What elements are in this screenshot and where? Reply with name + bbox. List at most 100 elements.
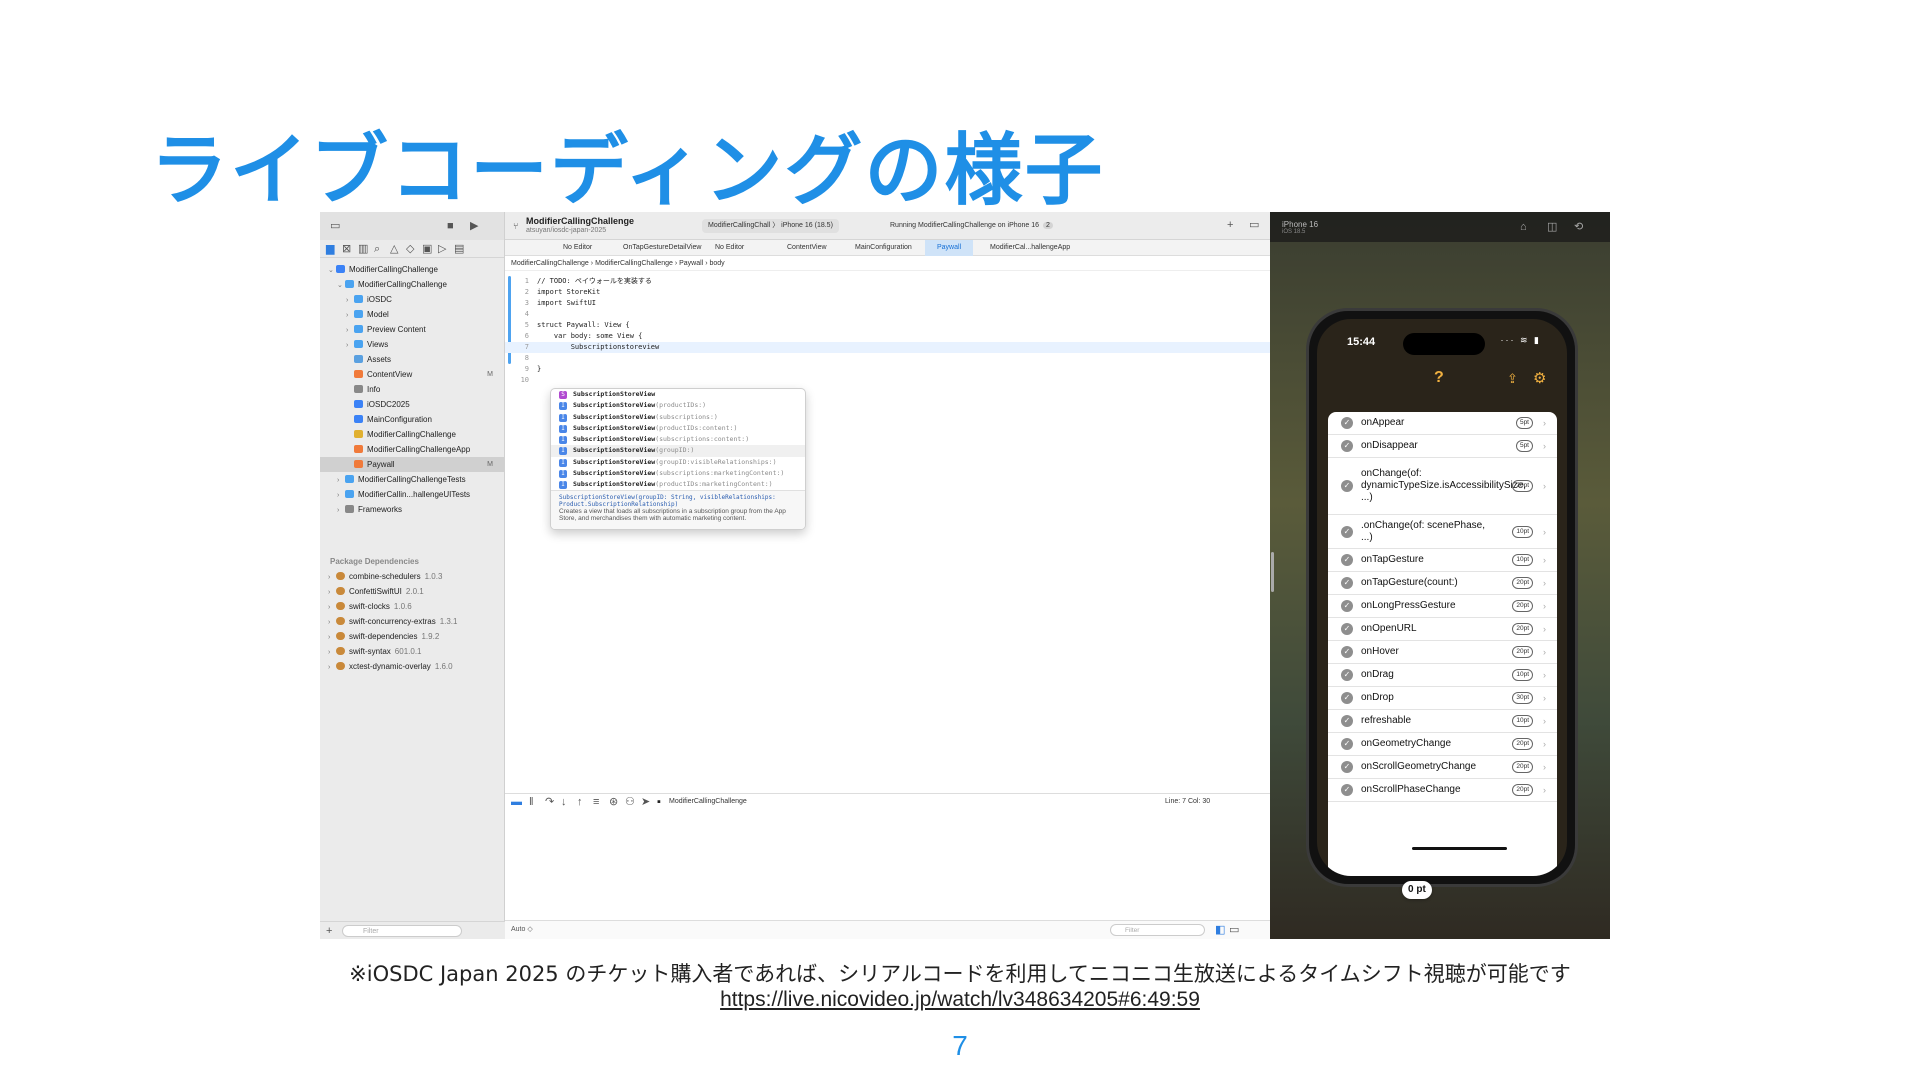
completion-item[interactable]: S SubscriptionStoreView [551,389,805,400]
navigator-item[interactable]: Paywall M [320,457,505,472]
navigator-item[interactable]: › ModifierCallin...hallengeUITests [320,487,505,502]
modifier-row[interactable]: ✓ onScrollGeometryChange 20pt › [1328,756,1557,779]
code-line[interactable]: 6 var body: some View { [505,331,1270,342]
symbol-icon[interactable]: ▥ [358,242,368,256]
memory-icon[interactable]: ⊛ [609,795,618,809]
modifier-row[interactable]: ✓ onDrop 30pt › [1328,687,1557,710]
archive-link[interactable]: https://live.nicovideo.jp/watch/lv348634… [0,988,1920,1012]
issue-icon[interactable]: △ [390,242,398,256]
editor-tab[interactable]: No Editor [715,240,744,256]
add-icon[interactable]: + [1227,218,1233,232]
package-item[interactable]: › swift-syntax 601.0.1 [320,644,505,659]
code-area[interactable]: 1 // TODO: ペイウォールを実装する 2 import StoreKit 3 im… [505,276,1270,386]
completion-item[interactable]: I SubscriptionStoreView(subscriptions:) [551,412,805,423]
code-line[interactable]: 4 [505,309,1270,320]
scheme-selector[interactable]: ModifierCallingChall 〉 iPhone 16 (18.5) [702,219,839,233]
navigator-item[interactable]: › Model [320,307,505,322]
completion-item[interactable]: I SubscriptionStoreView(subscriptions:con… [551,434,805,445]
chevron-right-icon[interactable]: › [328,570,336,585]
chevron-icon[interactable]: › [337,473,345,488]
chevron-right-icon[interactable]: › [328,585,336,600]
view-debug-icon[interactable]: ≡ [593,795,599,809]
debug-icon[interactable]: ▣ [422,242,432,256]
help-icon[interactable]: ? [1434,369,1444,387]
completion-item[interactable]: I SubscriptionStoreView(subscriptions:mar… [551,468,805,479]
code-line[interactable]: 9} [505,364,1270,375]
completion-item[interactable]: I SubscriptionStoreView(groupID:visibleRe… [551,457,805,468]
editor-tab[interactable]: ModifierCal...hallengeApp [990,240,1070,256]
package-item[interactable]: › swift-concurrency-extras 1.3.1 [320,614,505,629]
editor-tab[interactable]: MainConfiguration [855,240,912,256]
home-icon[interactable]: ⌂ [1520,220,1527,234]
auto-selector[interactable]: Auto ◇ [511,921,533,939]
jump-item[interactable]: Paywall [679,260,703,267]
chevron-right-icon[interactable]: › [328,645,336,660]
share-icon[interactable]: ⇪ [1507,371,1518,387]
breakpoint-icon[interactable]: ▷ [438,242,446,256]
step-out-icon[interactable]: ↑ [577,795,583,809]
code-line[interactable]: 3 import SwiftUI [505,298,1270,309]
inspector-toggle-icon[interactable]: ▭ [1249,218,1259,232]
modifier-row[interactable]: ✓ refreshable 10pt › [1328,710,1557,733]
completion-item[interactable]: I SubscriptionStoreView(groupID:) [551,445,805,457]
stop-icon[interactable]: ■ [447,219,454,233]
modifier-row[interactable]: ✓ onHover 20pt › [1328,641,1557,664]
layout-icon[interactable]: ▭ [1229,923,1239,937]
code-line[interactable]: 10 [505,375,1270,386]
chevron-icon[interactable]: › [346,308,354,323]
modifier-row[interactable]: ✓ onChange(of: dynamicTypeSize.isAccessib… [1328,458,1557,515]
navigator-item[interactable]: › ModifierCallingChallengeTests [320,472,505,487]
console-toggle-icon[interactable]: ▬ [511,795,522,809]
resize-handle[interactable] [1271,552,1274,592]
sidebar-toggle-icon[interactable]: ▭ [330,219,340,233]
modifier-row[interactable]: ✓ onGeometryChange 20pt › [1328,733,1557,756]
jump-item[interactable]: ModifierCallingChallenge [595,260,673,267]
find-icon[interactable]: ⌕ [374,242,380,256]
navigator-item[interactable]: › Preview Content [320,322,505,337]
navigator-filter[interactable]: Filter [342,925,462,937]
rotate-icon[interactable]: ⟲ [1574,220,1583,234]
editor-tab[interactable]: Paywall [925,240,974,256]
chevron-icon[interactable]: › [346,323,354,338]
jump-item[interactable]: ModifierCallingChallenge [511,260,589,267]
chevron-icon[interactable]: › [337,488,345,503]
add-file-icon[interactable]: + [326,924,332,938]
modifier-row[interactable]: ✓ onDrag 10pt › [1328,664,1557,687]
package-item[interactable]: › ConfettiSwiftUI 2.0.1 [320,584,505,599]
split-icon[interactable]: ◧ [1215,923,1225,937]
report-icon[interactable]: ▤ [454,242,464,256]
modifier-row[interactable]: ✓ onAppear 5pt › [1328,412,1557,435]
navigator-item[interactable]: ⌄ ModifierCallingChallenge [320,262,505,277]
step-over-icon[interactable]: ↷ [545,795,554,809]
step-in-icon[interactable]: ↓ [561,795,567,809]
modifier-row[interactable]: ✓ onLongPressGesture 20pt › [1328,595,1557,618]
chevron-icon[interactable]: › [337,503,345,518]
package-item[interactable]: › swift-clocks 1.0.6 [320,599,505,614]
navigator-item[interactable]: MainConfiguration [320,412,505,427]
navigator-item[interactable]: › iOSDC [320,292,505,307]
navigator-item[interactable]: ⌄ ModifierCallingChallenge [320,277,505,292]
run-icon[interactable]: ▶ [470,219,478,233]
navigator-item[interactable]: › Views [320,337,505,352]
chevron-icon[interactable]: › [346,338,354,353]
editor-filter[interactable]: Filter [1110,924,1205,936]
folder-icon[interactable]: ▆ [326,242,334,256]
code-line[interactable]: 8 [505,353,1270,364]
navigator-item[interactable]: Assets [320,352,505,367]
package-item[interactable]: › swift-dependencies 1.9.2 [320,629,505,644]
navigator-item[interactable]: ModifierCallingChallenge [320,427,505,442]
navigator-item[interactable]: iOSDC2025 [320,397,505,412]
jump-item[interactable]: body [709,260,724,267]
chevron-right-icon[interactable]: › [328,630,336,645]
modifier-row[interactable]: ✓ onScrollPhaseChange 20pt › [1328,779,1557,802]
chevron-icon[interactable]: ⌄ [337,278,345,293]
completion-item[interactable]: I SubscriptionStoreView(productIDs:market… [551,479,805,490]
editor-tab[interactable]: No Editor [563,240,592,256]
code-line[interactable]: 1 // TODO: ペイウォールを実装する [505,276,1270,287]
chevron-right-icon[interactable]: › [328,600,336,615]
code-line[interactable]: 2 import StoreKit [505,287,1270,298]
env-icon[interactable]: ⚇ [625,795,635,809]
editor-tab[interactable]: ContentView [787,240,827,256]
code-line[interactable]: 5 struct Paywall: View { [505,320,1270,331]
modifier-row[interactable]: ✓ onTapGesture 10pt › [1328,549,1557,572]
